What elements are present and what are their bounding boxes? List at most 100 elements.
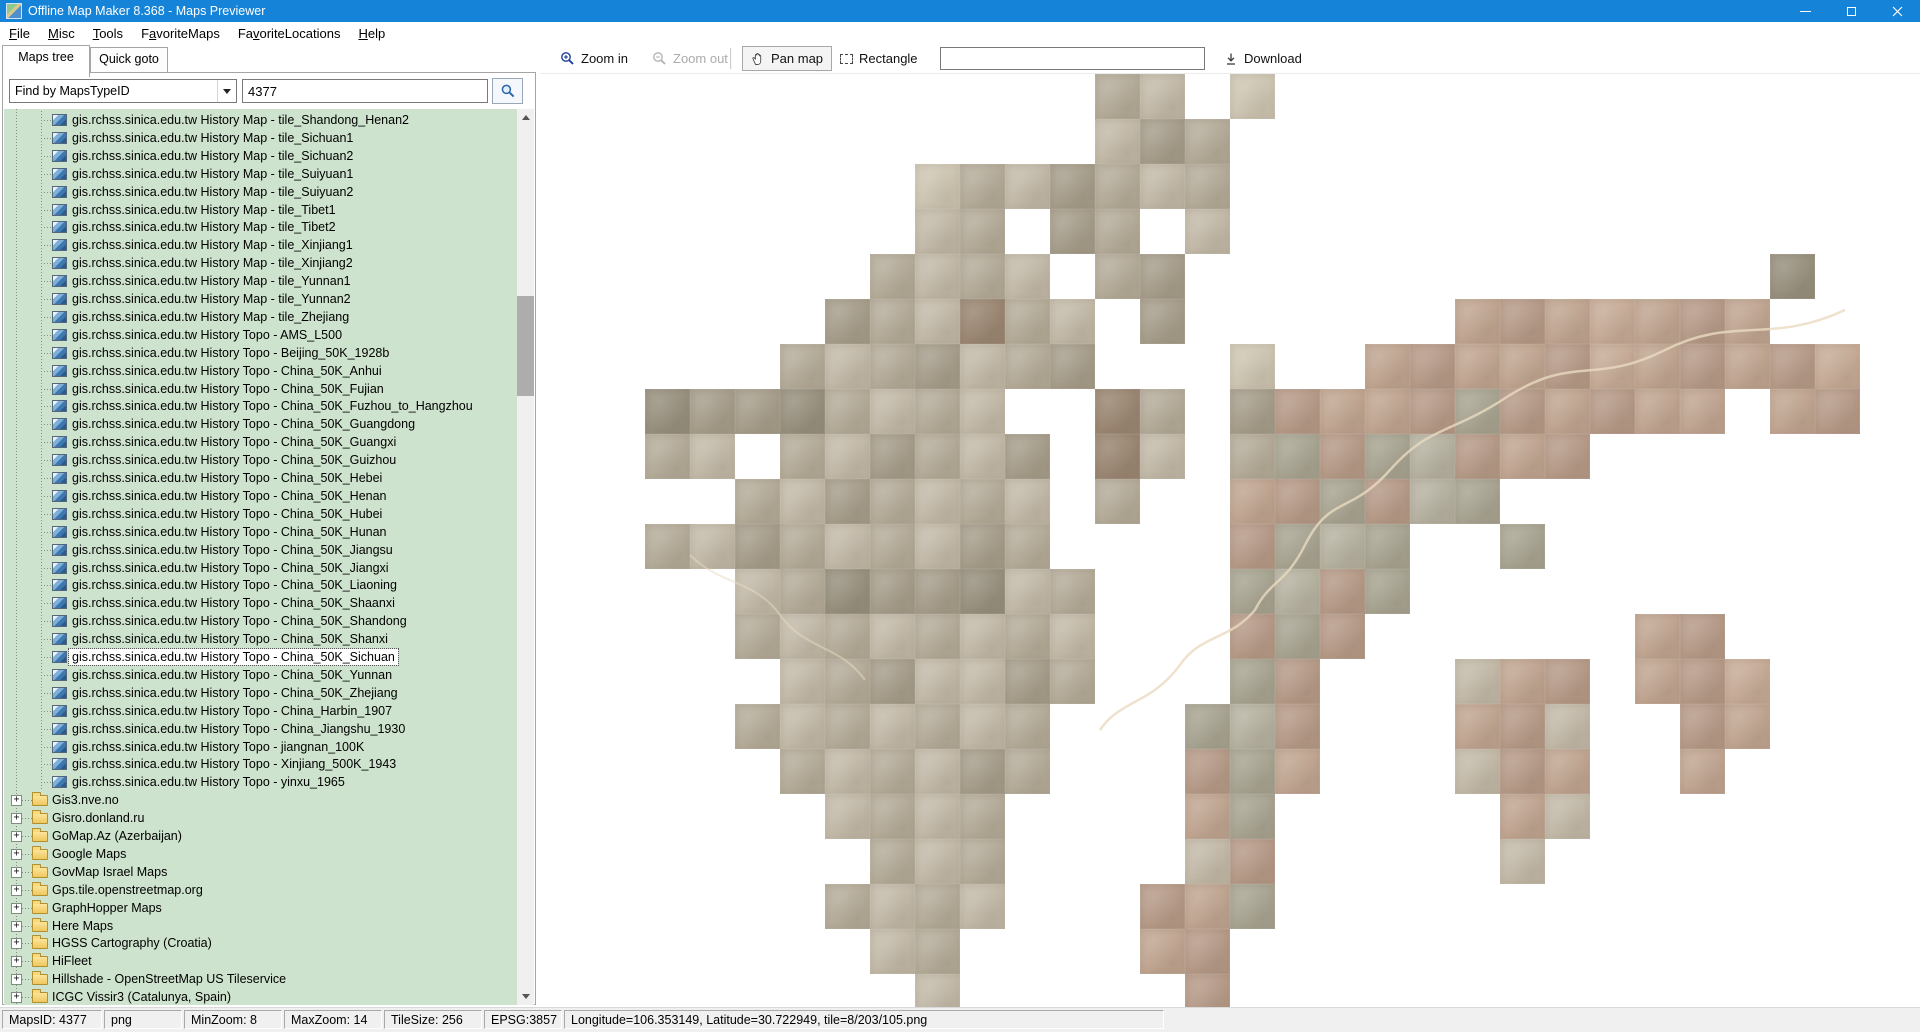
tree-item[interactable]: gis.rchss.sinica.edu.tw History Topo - C… xyxy=(4,469,520,487)
tree-item[interactable]: gis.rchss.sinica.edu.tw History Topo - C… xyxy=(4,397,520,415)
tree-scrollbar[interactable] xyxy=(517,109,534,1005)
tree-folder[interactable]: +Google Maps xyxy=(4,845,520,863)
tree-item[interactable]: gis.rchss.sinica.edu.tw History Map - ti… xyxy=(4,201,520,219)
tree-item[interactable]: gis.rchss.sinica.edu.tw History Map - ti… xyxy=(4,218,520,236)
tree-item[interactable]: gis.rchss.sinica.edu.tw History Map - ti… xyxy=(4,272,520,290)
tree-folder[interactable]: +GoMap.Az (Azerbaijan) xyxy=(4,827,520,845)
zoom-in-button[interactable]: Zoom in xyxy=(552,46,636,71)
tree-folder[interactable]: +Hillshade - OpenStreetMap US Tileservic… xyxy=(4,970,520,988)
expander-icon[interactable]: + xyxy=(11,867,22,878)
map-layer-icon xyxy=(52,329,67,341)
tree-item[interactable]: gis.rchss.sinica.edu.tw History Topo - X… xyxy=(4,755,520,773)
tree-folder[interactable]: +Gis3.nve.no xyxy=(4,791,520,809)
toolbar-input[interactable] xyxy=(940,47,1205,70)
close-button[interactable] xyxy=(1874,0,1920,22)
expander-icon[interactable]: + xyxy=(11,813,22,824)
pan-map-button[interactable]: Pan map xyxy=(742,46,832,71)
expander-icon[interactable]: + xyxy=(11,956,22,967)
tree-item[interactable]: gis.rchss.sinica.edu.tw History Map - ti… xyxy=(4,147,520,165)
download-button[interactable]: Download xyxy=(1216,46,1310,71)
tree-folder[interactable]: +HGSS Cartography (Croatia) xyxy=(4,934,520,952)
search-button[interactable] xyxy=(492,78,523,104)
tree-item[interactable]: gis.rchss.sinica.edu.tw History Topo - C… xyxy=(4,684,520,702)
menu-favoritelocations[interactable]: FavoriteLocations xyxy=(229,24,350,43)
tree-item[interactable]: gis.rchss.sinica.edu.tw History Topo - C… xyxy=(4,594,520,612)
rectangle-icon xyxy=(840,54,853,64)
zoom-out-button[interactable]: Zoom out xyxy=(644,46,736,71)
scrollbar-thumb[interactable] xyxy=(517,296,534,396)
find-by-dropdown[interactable]: Find by MapsTypeID xyxy=(9,79,237,103)
map-layer-icon xyxy=(52,186,67,198)
expander-icon[interactable]: + xyxy=(11,795,22,806)
tree-item[interactable]: gis.rchss.sinica.edu.tw History Map - ti… xyxy=(4,183,520,201)
tree-item[interactable]: gis.rchss.sinica.edu.tw History Topo - C… xyxy=(4,559,520,577)
tree-folder[interactable]: +HiFleet xyxy=(4,952,520,970)
tree-item-label: gis.rchss.sinica.edu.tw History Topo - C… xyxy=(69,595,398,611)
tree-item[interactable]: gis.rchss.sinica.edu.tw History Topo - C… xyxy=(4,487,520,505)
tree-item[interactable]: gis.rchss.sinica.edu.tw History Map - ti… xyxy=(4,254,520,272)
tree-folder[interactable]: + Here Maps xyxy=(4,917,520,935)
tab-maps-tree[interactable]: Maps tree xyxy=(2,45,90,77)
download-label: Download xyxy=(1244,51,1302,66)
map-preview[interactable] xyxy=(540,74,1920,1007)
tree-item[interactable]: gis.rchss.sinica.edu.tw History Topo - j… xyxy=(4,738,520,756)
search-icon xyxy=(500,83,516,99)
expander-icon[interactable]: + xyxy=(11,849,22,860)
minimize-button[interactable] xyxy=(1782,0,1828,22)
menu-file[interactable]: File xyxy=(0,24,39,43)
status-tile-size: TileSize: 256 xyxy=(384,1010,482,1029)
expander-icon[interactable]: + xyxy=(11,974,22,985)
tree-item-label: gis.rchss.sinica.edu.tw History Topo - C… xyxy=(69,560,392,576)
tree-item[interactable]: gis.rchss.sinica.edu.tw History Topo - C… xyxy=(4,720,520,738)
scroll-up-button[interactable] xyxy=(517,109,534,126)
tree-folder[interactable]: +GovMap Israel Maps xyxy=(4,863,520,881)
tree-folder[interactable]: +Gps.tile.openstreetmap.org xyxy=(4,881,520,899)
tree-item[interactable]: gis.rchss.sinica.edu.tw History Topo - C… xyxy=(4,648,520,666)
tree-item[interactable]: gis.rchss.sinica.edu.tw History Topo - C… xyxy=(4,451,520,469)
menu-help[interactable]: Help xyxy=(349,24,394,43)
tree-item[interactable]: gis.rchss.sinica.edu.tw History Topo - C… xyxy=(4,541,520,559)
tree-item[interactable]: gis.rchss.sinica.edu.tw History Topo - A… xyxy=(4,326,520,344)
tree-item[interactable]: gis.rchss.sinica.edu.tw History Map - ti… xyxy=(4,236,520,254)
chevron-down-icon xyxy=(223,89,231,94)
pan-map-label: Pan map xyxy=(771,51,823,66)
tree-item[interactable]: gis.rchss.sinica.edu.tw History Topo - y… xyxy=(4,773,520,791)
menu-favoritemaps[interactable]: FavoriteMaps xyxy=(132,24,229,43)
expander-icon[interactable]: + xyxy=(11,992,22,1003)
tree-item[interactable]: gis.rchss.sinica.edu.tw History Topo - C… xyxy=(4,612,520,630)
combo-dropdown-button[interactable] xyxy=(217,80,236,102)
tree-item[interactable]: gis.rchss.sinica.edu.tw History Map - ti… xyxy=(4,129,520,147)
tree-item[interactable]: gis.rchss.sinica.edu.tw History Topo - C… xyxy=(4,702,520,720)
menu-misc[interactable]: Misc xyxy=(39,24,84,43)
tree-item[interactable]: gis.rchss.sinica.edu.tw History Topo - C… xyxy=(4,630,520,648)
map-layer-icon xyxy=(52,490,67,502)
tree-item[interactable]: gis.rchss.sinica.edu.tw History Topo - C… xyxy=(4,433,520,451)
tree-item[interactable]: gis.rchss.sinica.edu.tw History Map - ti… xyxy=(4,290,520,308)
expander-icon[interactable]: + xyxy=(11,885,22,896)
tree-item[interactable]: gis.rchss.sinica.edu.tw History Topo - C… xyxy=(4,666,520,684)
tree-item-label: Here Maps xyxy=(49,918,116,934)
tree-folder[interactable]: +Gisro.donland.ru xyxy=(4,809,520,827)
tree-folder[interactable]: +ICGC Vissir3 (Catalunya, Spain) xyxy=(4,988,520,1005)
rectangle-button[interactable]: Rectangle xyxy=(832,46,926,71)
restore-button[interactable] xyxy=(1828,0,1874,22)
tree-item[interactable]: gis.rchss.sinica.edu.tw History Topo - C… xyxy=(4,576,520,594)
expander-icon[interactable]: + xyxy=(11,921,22,932)
maps-type-id-input[interactable] xyxy=(242,79,488,103)
tree-item[interactable]: gis.rchss.sinica.edu.tw History Topo - C… xyxy=(4,362,520,380)
app-window: Offline Map Maker 8.368 - Maps Previewer… xyxy=(0,0,1920,1032)
tree-item[interactable]: gis.rchss.sinica.edu.tw History Map - ti… xyxy=(4,165,520,183)
expander-icon[interactable]: + xyxy=(11,938,22,949)
expander-icon[interactable]: + xyxy=(11,903,22,914)
menu-tools[interactable]: Tools xyxy=(84,24,132,43)
scroll-down-button[interactable] xyxy=(517,988,534,1005)
expander-icon[interactable]: + xyxy=(11,831,22,842)
tree-item[interactable]: gis.rchss.sinica.edu.tw History Map - ti… xyxy=(4,308,520,326)
tree-item[interactable]: gis.rchss.sinica.edu.tw History Map - ti… xyxy=(4,111,520,129)
tree-item[interactable]: gis.rchss.sinica.edu.tw History Topo - C… xyxy=(4,415,520,433)
tree-item[interactable]: gis.rchss.sinica.edu.tw History Topo - C… xyxy=(4,523,520,541)
tree-folder[interactable]: +GraphHopper Maps xyxy=(4,899,520,917)
tree-item[interactable]: gis.rchss.sinica.edu.tw History Topo - B… xyxy=(4,344,520,362)
tree-item[interactable]: gis.rchss.sinica.edu.tw History Topo - C… xyxy=(4,380,520,398)
tree-item[interactable]: gis.rchss.sinica.edu.tw History Topo - C… xyxy=(4,505,520,523)
